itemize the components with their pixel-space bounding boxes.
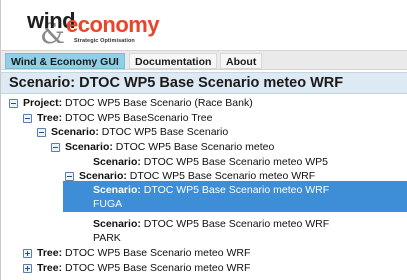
collapse-toggle-icon[interactable] (9, 99, 18, 108)
tree-node-type: Scenario: (93, 218, 141, 230)
tree-node-label: DTOC WP5 Base Scenario meteo WRF (140, 218, 330, 230)
collapse-toggle-icon[interactable] (51, 143, 60, 152)
tree-node-scenario-meteo[interactable]: Scenario: DTOC WP5 Base Scenario meteo (65, 140, 274, 154)
tab-about[interactable]: About (220, 53, 263, 69)
tree-node-scenario-park[interactable]: Scenario: DTOC WP5 Base Scenario meteo W… (93, 217, 329, 231)
collapse-toggle-icon[interactable] (23, 114, 32, 123)
tree-node-label: DTOC WP5 Base Scenario meteo WRF (62, 262, 251, 274)
collapse-toggle-icon[interactable] (65, 172, 74, 181)
tree-node-tree-collapsed[interactable]: Tree: DTOC WP5 Base Scenario meteo WRF (37, 246, 250, 260)
wind-economy-logo: & wind economy Strategic Optimisation (27, 8, 177, 50)
tab-documentation[interactable]: Documentation (129, 53, 218, 69)
tree-node-label: DTOC WP5 Base Scenario (98, 126, 229, 138)
tab-bar: Wind & Economy GUI Documentation About (1, 50, 407, 70)
tree-node-scenario[interactable]: Scenario: DTOC WP5 Base Scenario (51, 125, 228, 139)
tree-node-type: Scenario: (65, 141, 113, 153)
tree-node-scenario-meteo-wp5[interactable]: Scenario: DTOC WP5 Base Scenario meteo W… (93, 155, 328, 169)
tree-node-label: DTOC WP5 Base Scenario meteo WP5 (140, 156, 328, 168)
page-title: Scenario: DTOC WP5 Base Scenario meteo W… (1, 72, 407, 94)
collapse-toggle-icon[interactable] (37, 128, 46, 137)
tree-node-label: DTOC WP5 Base Scenario meteo WRF (140, 184, 330, 196)
tree-node-label: DTOC WP5 Base Scenario meteo WRF (62, 247, 251, 259)
logo-word-economy: economy (66, 12, 160, 37)
app-frame: & wind economy Strategic Optimisation Wi… (0, 0, 407, 280)
expand-toggle-icon[interactable] (23, 264, 32, 273)
tree-node-scenario-fuga[interactable]: Scenario: DTOC WP5 Base Scenario meteo W… (93, 183, 329, 197)
tab-wind-economy-gui[interactable]: Wind & Economy GUI (5, 53, 125, 69)
tree-node-label: DTOC WP5 BaseScenario Tree (62, 112, 213, 124)
tree-node-label-continued: PARK (93, 232, 121, 244)
tree-node-type: Scenario: (93, 184, 141, 196)
tree-node-type: Scenario: (93, 156, 141, 168)
tree-node-tree-collapsed[interactable]: Tree: DTOC WP5 Base Scenario meteo WRF (37, 261, 250, 275)
tree-node-project[interactable]: Project: DTOC WP5 Base Scenario (Race Ba… (23, 96, 253, 110)
tree-node-type: Project: (23, 97, 63, 109)
tree-node-type: Tree: (37, 112, 63, 124)
tree-node-type: Scenario: (51, 126, 99, 138)
tree-node-type: Tree: (37, 247, 63, 259)
tree-node-tree[interactable]: Tree: DTOC WP5 BaseScenario Tree (37, 111, 212, 125)
expand-toggle-icon[interactable] (23, 249, 32, 258)
tree-node-label: DTOC WP5 Base Scenario meteo (112, 141, 275, 153)
tree-node-type: Tree: (37, 262, 63, 274)
logo-tagline: Strategic Optimisation (74, 38, 135, 44)
tree-node-label-continued: FUGA (93, 198, 123, 210)
tree-node-label: DTOC WP5 Base Scenario (Race Bank) (62, 97, 253, 109)
